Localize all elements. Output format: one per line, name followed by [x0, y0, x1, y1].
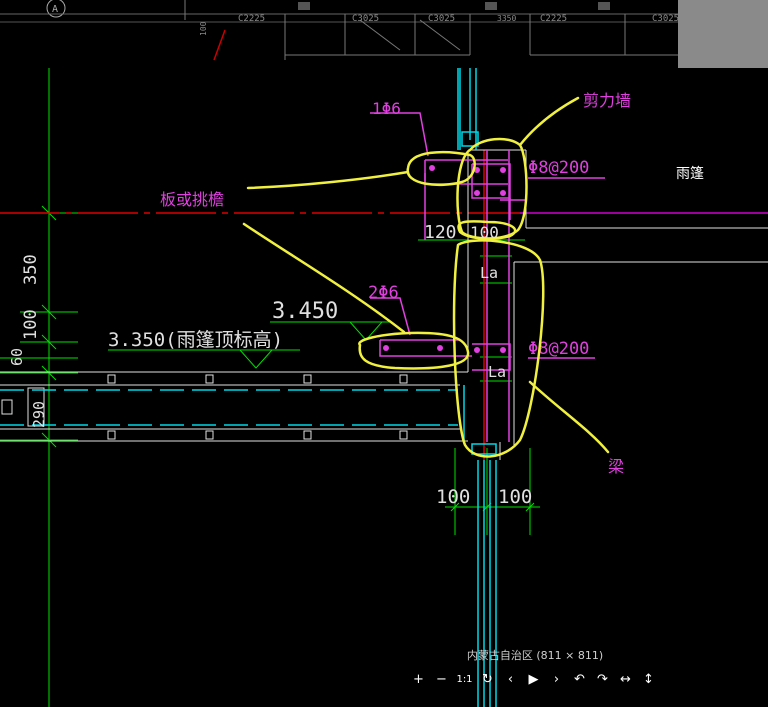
- axis-line: [0, 150, 768, 460]
- stirrup-lower-label: Φ8@200: [528, 339, 589, 359]
- viewer-toolbar: + − 1:1 ↻ ‹ ▶ › ↶ ↷ ↔ ↕: [408, 668, 659, 690]
- dim-bottom-right: 100: [498, 486, 532, 508]
- top-label: C2225: [238, 14, 265, 24]
- top-label: 100: [199, 21, 208, 36]
- elevation-lower: 3.350(雨篷顶标高): [108, 329, 283, 351]
- dim-120: 120: [424, 222, 457, 243]
- wall-cyan: [0, 68, 497, 707]
- top-label: C3025: [352, 14, 379, 24]
- dim-290: 290: [30, 401, 48, 428]
- top-label: 3350: [497, 14, 516, 23]
- annotation-slab: 板或挑檐: [160, 190, 224, 209]
- annotation-beam: 梁: [608, 457, 624, 476]
- top-label: C3025: [428, 14, 455, 24]
- top-label: C3025: [652, 14, 679, 24]
- structure-lines: [0, 149, 768, 460]
- dim-350: 350: [21, 254, 41, 285]
- axis-label: A: [52, 4, 58, 15]
- rebar-mid-label: 2Φ6: [368, 283, 399, 303]
- room-label: 雨篷: [676, 166, 704, 182]
- flip-horizontal-button[interactable]: ↔: [615, 669, 636, 689]
- dim-bottom-left: 100: [436, 486, 470, 508]
- top-strip: A C2225 C3025 C3025 3350 C2225 C3025 100: [0, 0, 679, 68]
- actual-size-button[interactable]: 1:1: [454, 669, 475, 689]
- rotate-left-button[interactable]: ↶: [569, 669, 590, 689]
- zoom-out-button[interactable]: −: [431, 669, 452, 689]
- elevation-upper: 3.450: [272, 299, 338, 324]
- image-caption: 内蒙古自治区 (811 × 811): [466, 649, 604, 662]
- dimension-lines: [0, 68, 540, 707]
- annotation-shear-wall: 剪力墙: [583, 91, 631, 110]
- cad-canvas: A C2225 C3025 C3025 3350 C2225 C3025 100: [0, 0, 768, 707]
- dim-100: 100: [21, 309, 41, 340]
- rebar-top-label: 1Φ6: [372, 99, 401, 118]
- viewer-side-panel: [678, 0, 768, 68]
- play-button[interactable]: ▶: [523, 669, 544, 689]
- top-label: C2225: [540, 14, 567, 24]
- annotation-strokes: [242, 96, 610, 458]
- dim-60: 60: [8, 348, 26, 366]
- la-lower: La: [488, 363, 506, 381]
- flip-vertical-button[interactable]: ↕: [638, 669, 659, 689]
- rotate-right-button[interactable]: ↷: [592, 669, 613, 689]
- next-button[interactable]: ›: [546, 669, 567, 689]
- zoom-in-button[interactable]: +: [408, 669, 429, 689]
- reset-button[interactable]: ↻: [477, 669, 498, 689]
- previous-button[interactable]: ‹: [500, 669, 521, 689]
- la-upper: La: [480, 264, 498, 282]
- stirrup-upper-label: Φ8@200: [528, 158, 589, 178]
